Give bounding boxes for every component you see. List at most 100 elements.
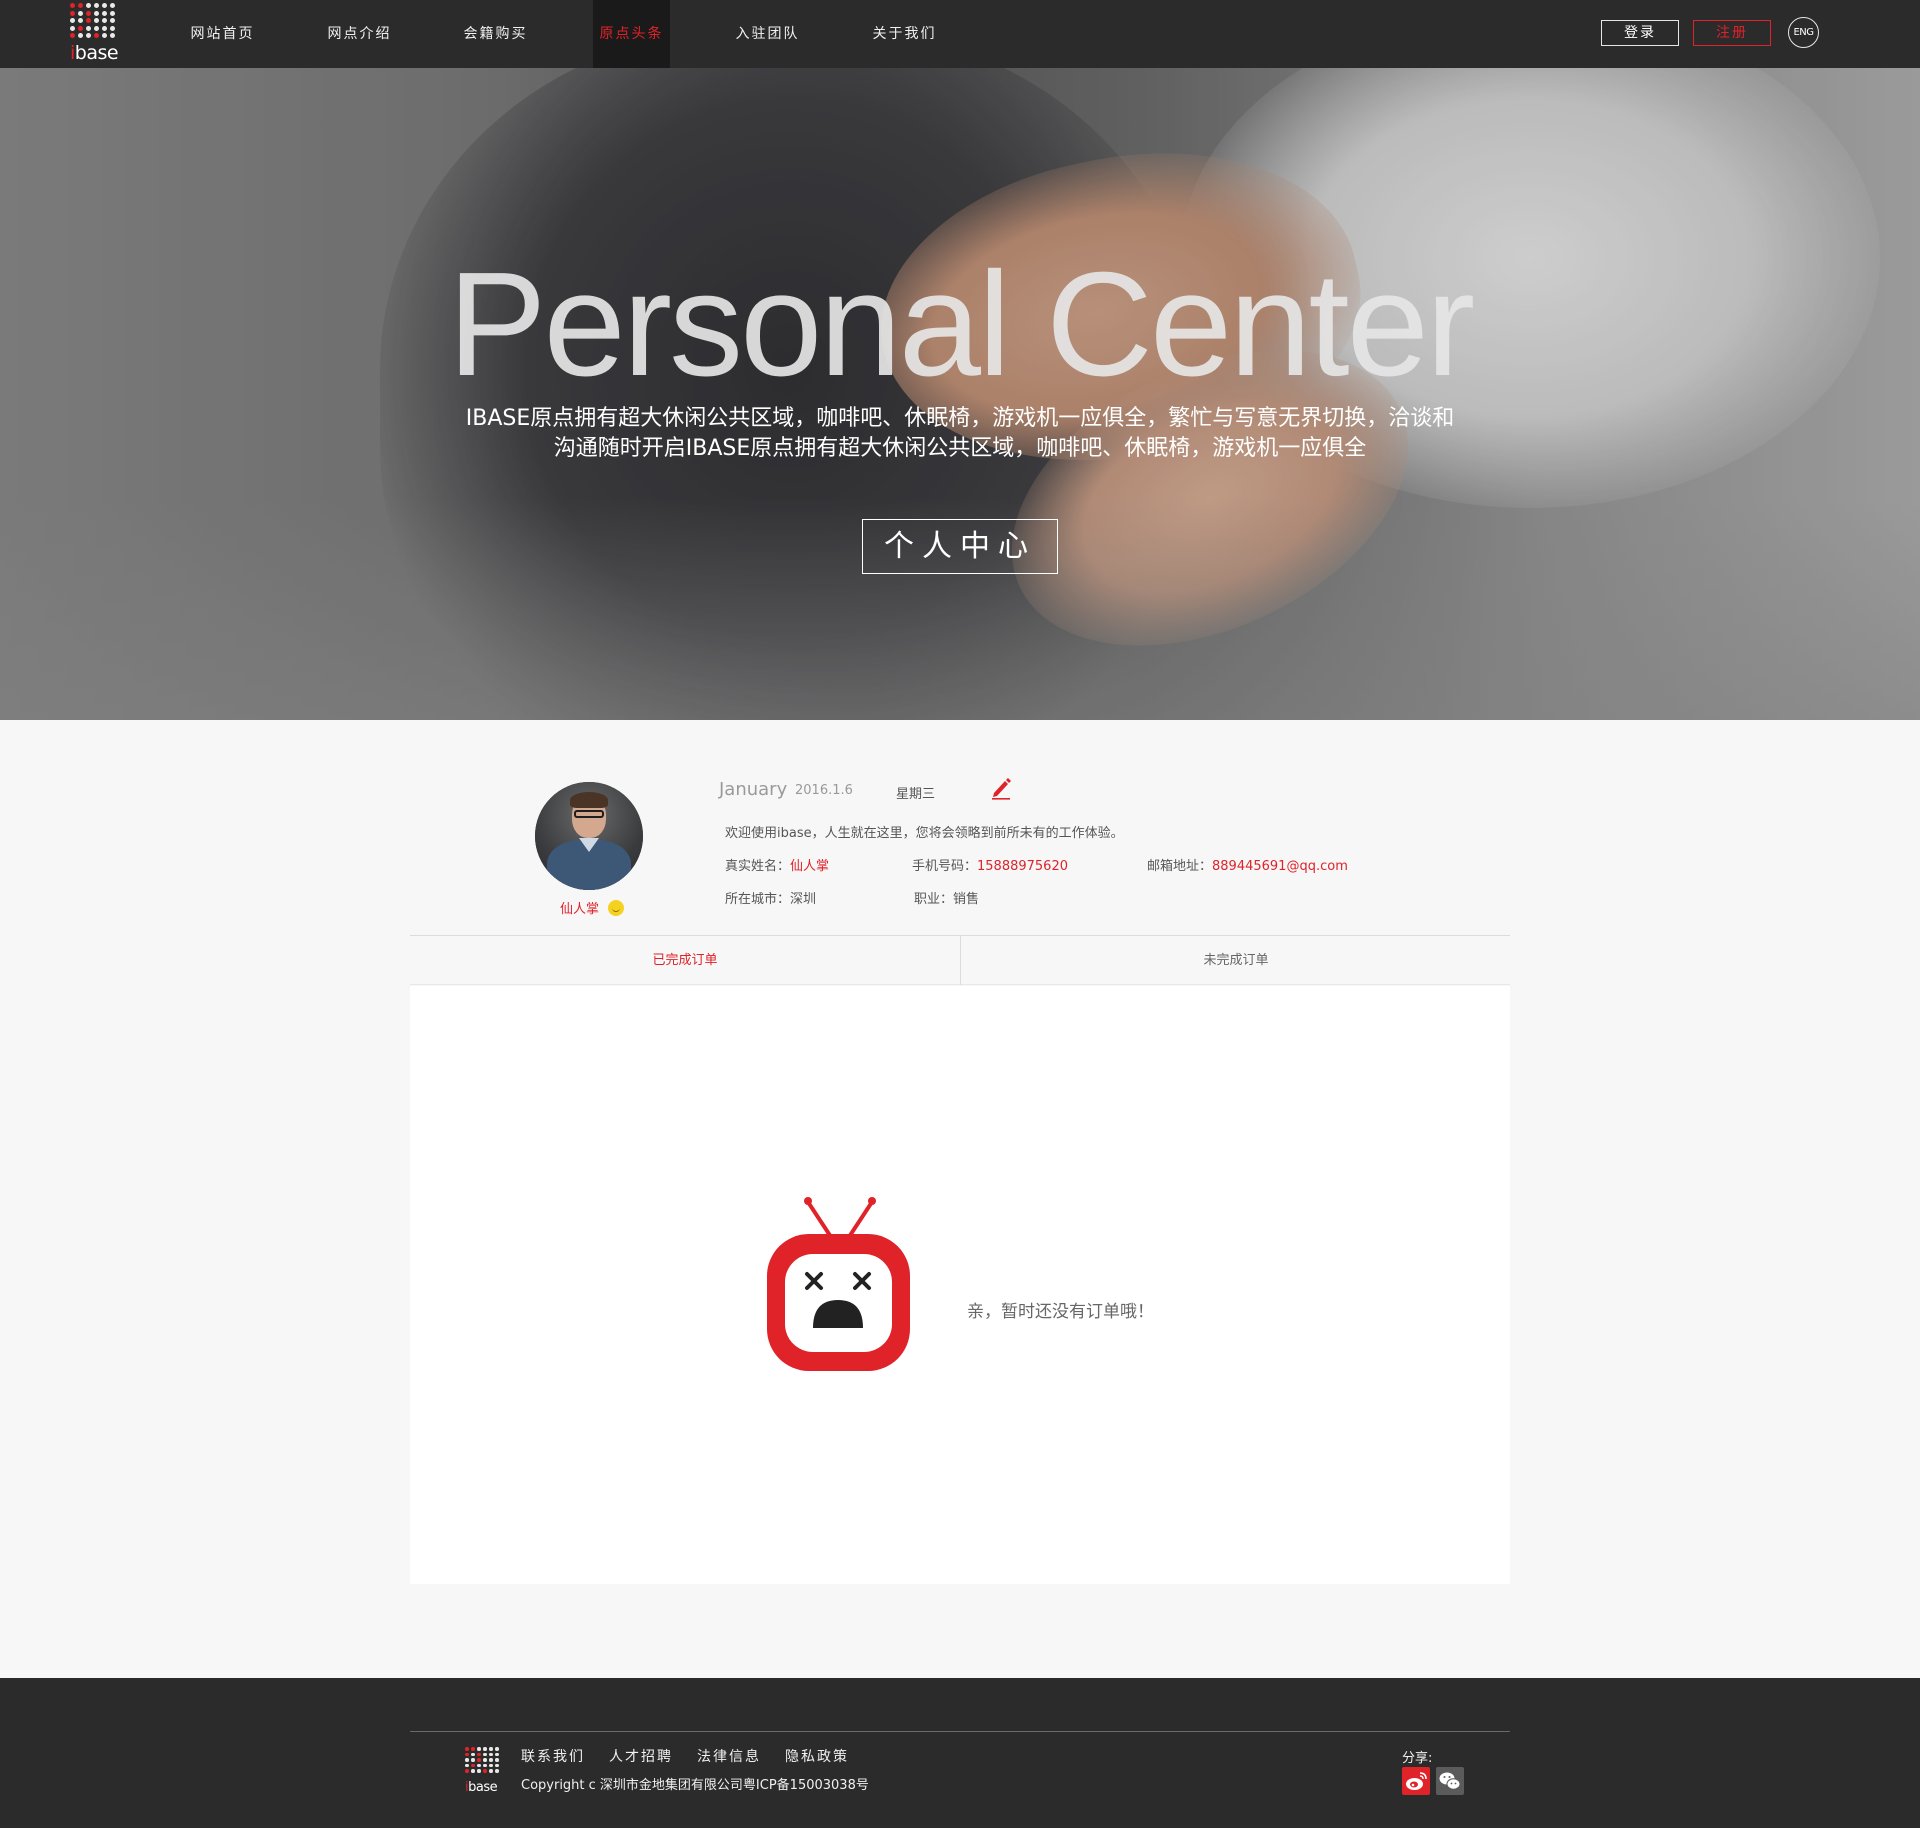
logo-dot	[465, 1752, 469, 1756]
logo-dot	[102, 3, 107, 8]
logo-dot	[495, 1758, 499, 1762]
phone-label: 手机号码：	[912, 859, 978, 874]
logo-dot	[70, 3, 75, 8]
city-value: 深圳	[790, 892, 817, 907]
welcome-text: 欢迎使用ibase，人生就在这里，您将会领略到前所未有的工作体验。	[725, 826, 1124, 841]
nav-item-home[interactable]: 网站首页	[184, 0, 261, 68]
user-name: 仙人掌	[560, 902, 600, 917]
job-value: 销售	[953, 892, 980, 907]
email-value: 889445691@qq.com	[1212, 859, 1348, 874]
logo-dot	[471, 1769, 475, 1773]
nav-item-membership[interactable]: 会籍购买	[457, 0, 534, 68]
logo-dot	[78, 25, 83, 31]
logo-dot	[70, 18, 75, 23]
footer-logo[interactable]: ibase	[465, 1747, 501, 1795]
logo-dot	[110, 25, 115, 31]
logo-dot	[483, 1752, 487, 1756]
real-name-label: 真实姓名：	[725, 859, 791, 874]
logo-dot	[465, 1763, 469, 1767]
logo-dot	[102, 10, 107, 16]
logo-dot	[102, 18, 107, 23]
language-toggle-button[interactable]: ENG	[1788, 17, 1819, 48]
edit-pencil-icon[interactable]	[990, 776, 1012, 800]
profile-section: 仙人掌 January 2016.1.6 星期三 欢迎使用ibase，人生就在这…	[0, 720, 1920, 935]
personal-center-button[interactable]: 个人中心	[862, 519, 1058, 574]
logo-dot	[94, 18, 99, 23]
logo-dot	[86, 33, 91, 38]
email-label: 邮箱地址：	[1147, 859, 1213, 874]
tab-completed-orders[interactable]: 已完成订单	[410, 936, 960, 985]
logo-dot	[465, 1747, 469, 1751]
city-field: 所在城市：深圳	[725, 888, 816, 907]
hero-description: IBASE原点拥有超大休闲公共区域，咖啡吧、休眠椅，游戏机一应俱全，繁忙与写意无…	[460, 404, 1460, 464]
real-name-field: 真实姓名：仙人掌	[725, 855, 829, 874]
footer-link-contact[interactable]: 联系我们	[521, 1746, 585, 1766]
logo-dot	[471, 1758, 475, 1762]
logo-dot	[489, 1747, 493, 1751]
logo-dot	[86, 10, 91, 16]
order-tabs: 已完成订单 未完成订单	[410, 935, 1510, 985]
logo-dot	[102, 25, 107, 31]
logo-dot	[489, 1763, 493, 1767]
footer-link-privacy[interactable]: 隐私政策	[785, 1746, 849, 1766]
logo-dot	[70, 25, 75, 31]
footer-link-careers[interactable]: 人才招聘	[609, 1746, 673, 1766]
footer-link-legal[interactable]: 法律信息	[697, 1746, 761, 1766]
avatar[interactable]	[535, 782, 643, 890]
logo-dot	[471, 1747, 475, 1751]
logo-dot	[495, 1763, 499, 1767]
logo-dot	[483, 1758, 487, 1762]
nav-item-branches[interactable]: 网点介绍	[321, 0, 398, 68]
logo-dot	[102, 33, 107, 38]
nav-item-about[interactable]: 关于我们	[866, 0, 943, 68]
logo-dot	[495, 1752, 499, 1756]
footer-logo-text: ibase	[465, 1780, 498, 1795]
orders-panel: 亲，暂时还没有订单哦！	[410, 986, 1510, 1584]
logo-dot	[471, 1752, 475, 1756]
logo-dot	[477, 1763, 481, 1767]
logo-dot	[78, 18, 83, 23]
footer: ibase 联系我们 人才招聘 法律信息 隐私政策 Copyright c 深圳…	[0, 1678, 1920, 1828]
job-field: 职业：销售	[914, 888, 979, 907]
logo-dot	[477, 1758, 481, 1762]
logo-dot	[110, 3, 115, 8]
nav-item-headlines[interactable]: 原点头条	[593, 0, 670, 68]
logo-dot	[110, 33, 115, 38]
logo-dot	[94, 25, 99, 31]
logo-dot	[94, 33, 99, 38]
logo-dot	[94, 10, 99, 16]
logo-dot	[465, 1758, 469, 1762]
date-value: 2016.1.6	[795, 783, 853, 798]
avatar-hair	[570, 792, 608, 808]
login-button[interactable]: 登录	[1601, 20, 1679, 46]
logo-dot	[110, 10, 115, 16]
share-label: 分享:	[1402, 1751, 1433, 1766]
logo-dot	[86, 3, 91, 8]
logo-dot	[483, 1763, 487, 1767]
logo-dot	[477, 1752, 481, 1756]
logo-dot	[78, 10, 83, 16]
register-button[interactable]: 注册	[1693, 20, 1771, 46]
logo-dot	[70, 10, 75, 16]
weibo-icon[interactable]	[1402, 1767, 1430, 1795]
logo-dot	[465, 1769, 469, 1773]
job-label: 职业：	[914, 892, 954, 907]
city-label: 所在城市：	[725, 892, 791, 907]
ibase-logo[interactable]: ibase	[70, 3, 120, 65]
tab-pending-orders[interactable]: 未完成订单	[961, 936, 1511, 985]
logo-dot	[495, 1769, 499, 1773]
email-field: 邮箱地址：889445691@qq.com	[1147, 855, 1348, 874]
date-month: January	[719, 779, 788, 800]
date-weekday: 星期三	[896, 787, 936, 802]
nav-item-teams[interactable]: 入驻团队	[729, 0, 806, 68]
wechat-icon[interactable]	[1436, 1767, 1464, 1795]
logo-dot	[495, 1747, 499, 1751]
footer-divider	[410, 1731, 1510, 1732]
logo-dot	[86, 18, 91, 23]
logo-dot	[477, 1769, 481, 1773]
sad-tv-icon	[767, 1197, 910, 1371]
phone-value: 15888975620	[977, 859, 1068, 874]
logo-dot	[110, 18, 115, 23]
real-name-value: 仙人掌	[790, 859, 830, 874]
hero-description-line-2: 沟通随时开启IBASE原点拥有超大休闲公共区域，咖啡吧、休眠椅，游戏机一应俱全	[553, 436, 1367, 461]
